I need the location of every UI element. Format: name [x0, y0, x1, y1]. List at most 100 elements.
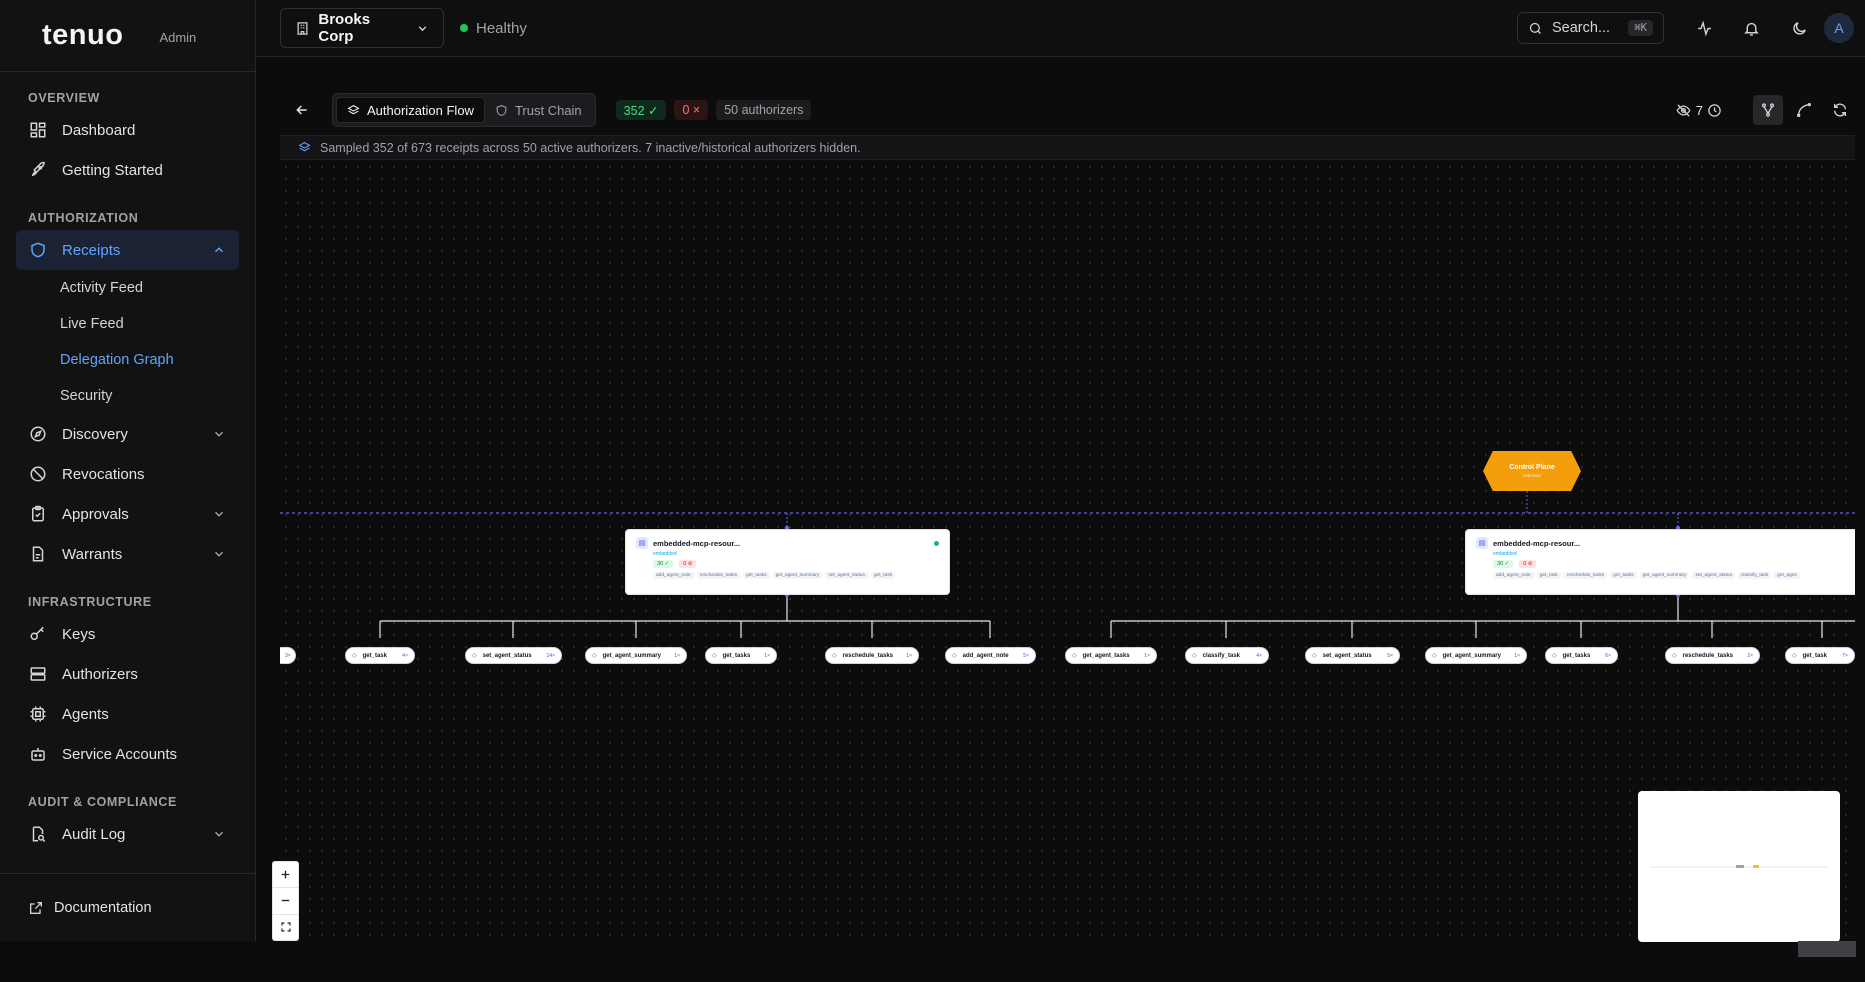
chevron-down-icon[interactable]	[211, 546, 227, 562]
sidebar-subitem-live-feed[interactable]: Live Feed	[16, 306, 239, 342]
sidebar-item-service-accounts[interactable]: Service Accounts	[16, 734, 239, 774]
tool-count: 4×	[1256, 652, 1262, 659]
tree-icon	[1760, 102, 1776, 118]
tool-name: get_agent_summary	[1442, 652, 1501, 659]
sidebar-item-dashboard[interactable]: Dashboard	[16, 110, 239, 150]
authorizer-card[interactable]: ▤ embedded-mcp-resour... embedded 30 ✓ 0…	[1465, 529, 1855, 595]
tool-name: get_agent_summary	[602, 652, 661, 659]
tool-node[interactable]: ◇ classify_task 4×	[1185, 647, 1269, 664]
tab-authorization-flow[interactable]: Authorization Flow	[336, 97, 485, 123]
shield-icon	[28, 240, 48, 260]
sidebar-item-keys[interactable]: Keys	[16, 614, 239, 654]
tool-node[interactable]: ◇ get_agent_summary 1×	[1425, 647, 1527, 664]
sidebar-item-agents[interactable]: Agents	[16, 694, 239, 734]
chevron-down-icon	[416, 22, 429, 35]
sidebar-item-approvals[interactable]: Approvals	[16, 494, 239, 534]
server-icon: ▤	[636, 537, 648, 549]
tool-icon: ◇	[1552, 653, 1557, 659]
tool-node[interactable]: ◇ reschedule_tasks 2×	[1665, 647, 1760, 664]
control-plane-node[interactable]: Control Plane unknown	[1483, 451, 1581, 491]
authorizer-card[interactable]: ▤ embedded-mcp-resour... embedded 30 ✓ 0…	[625, 529, 950, 595]
sidebar-item-authorizers[interactable]: Authorizers	[16, 654, 239, 694]
tool-node[interactable]: ◇ set_agent_status 14×	[465, 647, 562, 664]
tool-icon: ◇	[1432, 653, 1437, 659]
org-switcher[interactable]: Brooks Corp	[280, 8, 444, 48]
tool-node[interactable]: ◇ get_tasks 1×	[705, 647, 777, 664]
sidebar-item-receipts[interactable]: Receipts	[16, 230, 239, 270]
refresh-icon	[1832, 102, 1848, 118]
status-dot	[934, 540, 939, 546]
tool-node[interactable]: ◇ add_agent_note 5×	[945, 647, 1036, 664]
server-icon: ▤	[1476, 537, 1488, 549]
tool-count: 1×	[1144, 652, 1150, 659]
search-icon	[1528, 20, 1544, 36]
tool-count: 3×	[285, 652, 291, 659]
minimap-graph	[1650, 865, 1828, 868]
sidebar-nav: OVERVIEW Dashboard Getting Started AUTHO…	[0, 72, 255, 854]
tool-tags: add_agent_note get_task reschedule_tasks…	[1493, 572, 1854, 579]
tool-count: 5×	[1387, 652, 1393, 659]
tree-layout-button[interactable]	[1753, 95, 1783, 125]
err-count: 0 ⊘	[679, 560, 697, 568]
tool-tag: get_task	[1536, 572, 1561, 579]
app-root: tenuo Admin OVERVIEW Dashboard Getting S…	[0, 0, 1865, 982]
sidebar-item-label: Keys	[62, 625, 96, 643]
sidebar-subitem-delegation-graph[interactable]: Delegation Graph	[16, 342, 239, 378]
brand-logo[interactable]: tenuo	[42, 19, 123, 52]
back-arrow-icon[interactable]	[290, 98, 314, 122]
chevron-down-icon[interactable]	[211, 506, 227, 522]
zoom-out-button[interactable]	[273, 888, 298, 915]
tool-node[interactable]: ◇ get_task 7×	[1785, 647, 1855, 664]
graph-toolbar: Authorization Flow Trust Chain 352 ✓ 0 ×…	[280, 89, 1855, 131]
chevron-down-icon[interactable]	[211, 826, 227, 842]
sidebar-item-discovery[interactable]: Discovery	[16, 414, 239, 454]
sidebar-item-getting-started[interactable]: Getting Started	[16, 150, 239, 190]
sidebar-subitem-activity-feed[interactable]: Activity Feed	[16, 270, 239, 306]
toolbar-actions: 7	[1672, 89, 1855, 131]
sidebar-item-label: Dashboard	[62, 121, 136, 139]
edge-style-button[interactable]	[1789, 95, 1819, 125]
authorizer-name: embedded-mcp-resour...	[1493, 538, 1581, 548]
tab-trust-chain[interactable]: Trust Chain	[485, 97, 592, 123]
layers-icon	[298, 141, 312, 155]
chevron-down-icon[interactable]	[211, 426, 227, 442]
avatar[interactable]: A	[1824, 13, 1854, 43]
ok-count: 30 ✓	[1493, 560, 1514, 568]
tool-node[interactable]: ◇ get_agent_tasks 1×	[1065, 647, 1157, 664]
tool-tag: get_task	[870, 572, 895, 579]
refresh-button[interactable]	[1825, 95, 1855, 125]
sidebar-subitem-security[interactable]: Security	[16, 378, 239, 414]
tool-icon: ◇	[592, 653, 597, 659]
section-overview: OVERVIEW	[28, 91, 100, 105]
moon-icon[interactable]	[1787, 16, 1811, 40]
zoom-controls	[272, 861, 299, 941]
tool-node[interactable]: ◇ get_agent_summary 1×	[585, 647, 687, 664]
sidebar-item-label: Authorizers	[62, 665, 138, 683]
tool-tag: get_agent_summary	[1639, 572, 1690, 579]
tool-tag: classify_task	[1738, 572, 1772, 579]
tool-node[interactable]: ◇ get_task 4×	[345, 647, 415, 664]
sidebar-item-revocations[interactable]: Revocations	[16, 454, 239, 494]
status-dot	[460, 24, 468, 32]
zoom-in-button[interactable]	[273, 862, 298, 889]
activity-icon[interactable]	[1692, 16, 1716, 40]
tool-node[interactable]: ◇ set_agent_status 5×	[1305, 647, 1400, 664]
hidden-authorizers-toggle[interactable]: 7	[1672, 102, 1727, 118]
fit-view-button[interactable]	[273, 915, 298, 940]
documentation-link[interactable]: Documentation	[0, 873, 255, 941]
minimap[interactable]	[1638, 791, 1840, 942]
search-button[interactable]: Search... ⌘K	[1517, 12, 1664, 44]
sidebar-item-audit-log[interactable]: Audit Log	[16, 814, 239, 854]
tool-count: 2×	[1747, 652, 1753, 659]
tool-node[interactable]: ◇ reschedule_tasks 1×	[825, 647, 919, 664]
sidebar-item-warrants[interactable]: Warrants	[16, 534, 239, 574]
graph-canvas[interactable]: Control Plane unknown ▤ embedded-mcp-res…	[280, 161, 1855, 941]
tool-node[interactable]: ◇ get_tasks 6×	[1545, 647, 1618, 664]
chevron-up-icon[interactable]	[211, 242, 227, 258]
bell-icon[interactable]	[1739, 16, 1763, 40]
tool-name: get_task	[362, 652, 387, 659]
key-icon	[28, 624, 48, 644]
tool-tag: set_agent_status	[1692, 572, 1735, 579]
search-shortcut: ⌘K	[1628, 20, 1653, 36]
brand: tenuo Admin	[0, 0, 255, 72]
